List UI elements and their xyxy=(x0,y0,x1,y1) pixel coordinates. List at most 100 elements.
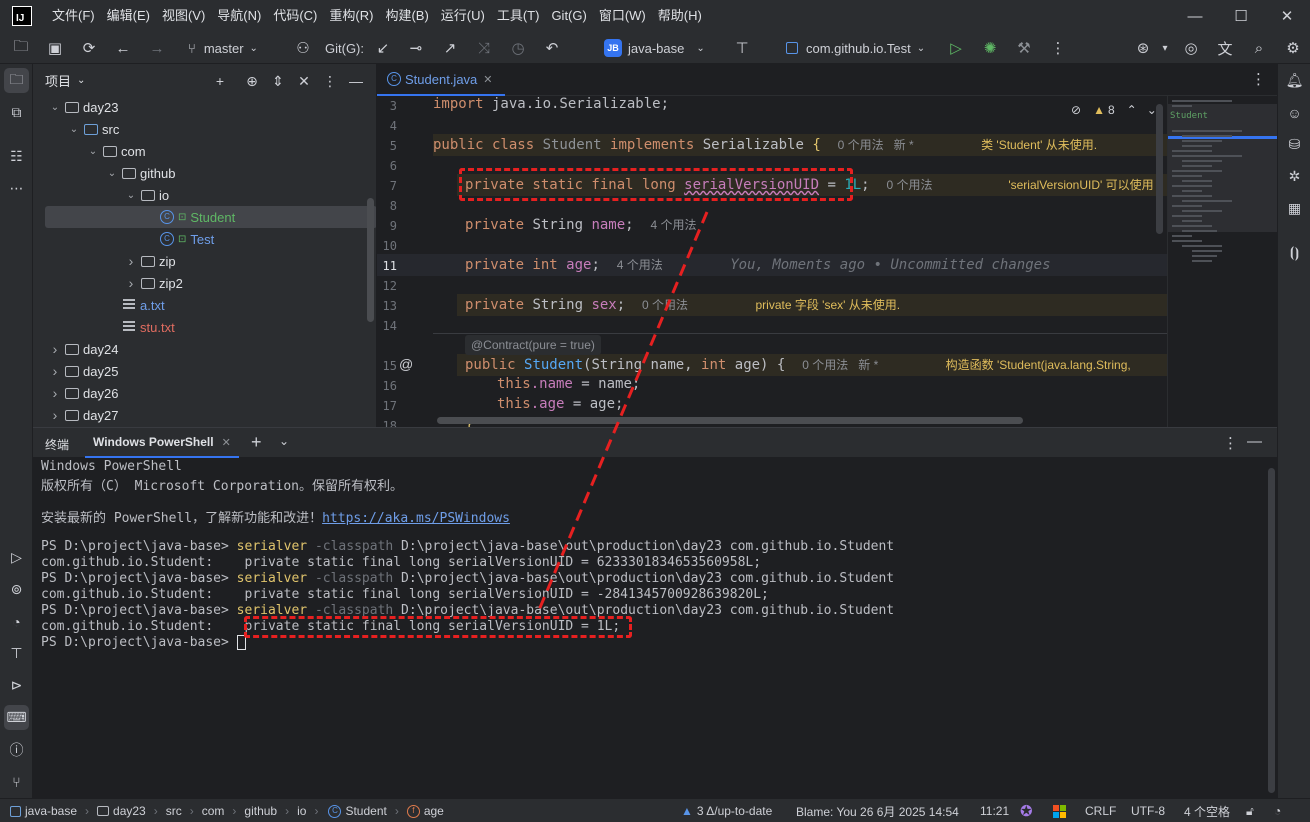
chevron-right-icon[interactable]: › xyxy=(47,363,63,379)
notifications-icon[interactable]: 🔔︎ xyxy=(1282,68,1307,93)
close-window-button[interactable]: ✕ xyxy=(1264,0,1310,32)
code-line-11[interactable]: private int age; 4 个用法 You, Moments ago … xyxy=(465,256,1051,273)
menu-file[interactable]: 文件(F) xyxy=(46,0,101,32)
new-terminal-icon[interactable]: + xyxy=(251,432,262,453)
tree-item-src[interactable]: ⌄ src xyxy=(33,118,376,140)
editor-horizontal-scrollbar[interactable] xyxy=(437,417,1023,424)
minimize-button[interactable]: — xyxy=(1172,0,1218,32)
terminal-prompt-line[interactable]: PS D:\project\java-base> xyxy=(41,635,246,650)
locate-icon[interactable]: ⊕ xyxy=(241,70,263,92)
chevron-right-icon[interactable]: › xyxy=(123,253,139,269)
chevron-down-icon[interactable]: ⌄ xyxy=(47,102,63,113)
add-icon[interactable]: + xyxy=(209,70,231,92)
tree-item-day23[interactable]: ⌄ day23 xyxy=(33,96,376,118)
tree-item-day25[interactable]: › day25 xyxy=(33,360,376,382)
structure-tool-icon[interactable]: ☷ xyxy=(4,144,29,169)
minimap[interactable]: Student xyxy=(1167,96,1277,427)
menu-navigate[interactable]: 导航(N) xyxy=(211,0,267,32)
git-push-icon[interactable]: ↗ xyxy=(437,32,463,64)
at-annotation-icon[interactable]: @ xyxy=(399,356,413,372)
plugin-icon[interactable]: ⦗⦘ xyxy=(1282,240,1307,265)
breadcrumb-item[interactable]: day23 xyxy=(113,804,146,818)
breadcrumb-item[interactable]: github xyxy=(244,804,277,818)
options-icon[interactable]: ⋮ xyxy=(319,70,341,92)
menu-build[interactable]: 构建(B) xyxy=(379,0,434,32)
debug-icon[interactable]: ✺ xyxy=(977,32,1003,64)
tree-item-day24[interactable]: › day24 xyxy=(33,338,376,360)
breadcrumb-item[interactable]: age xyxy=(424,804,444,818)
gradle-icon[interactable]: ▦ xyxy=(1282,196,1307,221)
tree-item-github[interactable]: ⌄ github xyxy=(33,162,376,184)
code-line-3[interactable]: import java.io.Serializable; xyxy=(433,96,669,112)
run-config-selector[interactable]: com.github.io.Test ⌄ xyxy=(786,32,925,64)
line-separator[interactable]: CRLF xyxy=(1085,799,1116,822)
back-icon[interactable]: ← xyxy=(110,32,136,64)
chevron-right-icon[interactable]: › xyxy=(123,275,139,291)
more-tools-icon[interactable]: ⋯ xyxy=(4,176,29,201)
menu-tools[interactable]: 工具(T) xyxy=(491,0,546,32)
ai-chat-icon[interactable]: ☺ xyxy=(1282,100,1307,125)
project-tool-icon[interactable]: 🗀 xyxy=(4,68,29,93)
breadcrumb-item[interactable]: Student xyxy=(345,804,386,818)
endpoints-tool-icon[interactable]: ⊳ xyxy=(4,673,29,698)
tree-item-zip2[interactable]: › zip2 xyxy=(33,272,376,294)
inspection-widget[interactable]: ⊘ ▲ 8 ⌃ ⌄ xyxy=(1071,100,1157,120)
editor-vertical-scrollbar[interactable] xyxy=(1156,104,1163,234)
chevron-down-icon[interactable]: ⌄ xyxy=(104,168,120,179)
breadcrumb-item[interactable]: src xyxy=(166,804,182,818)
eye-off-icon[interactable]: ⊘ xyxy=(1071,103,1081,117)
terminal-options-icon[interactable]: ⋮ xyxy=(1223,434,1238,452)
project-selector[interactable]: JB java-base ⌄ xyxy=(604,32,705,64)
breadcrumb-item[interactable]: io xyxy=(297,804,306,818)
tab-powershell[interactable]: Windows PowerShell ✕ xyxy=(85,428,239,458)
blame-info[interactable]: Blame: You 26 6月 2025 14:54 xyxy=(796,799,959,822)
indent-setting[interactable]: 4 个空格 xyxy=(1184,799,1230,822)
chevron-down-icon[interactable]: ⌄ xyxy=(77,75,85,86)
read-only-lock-icon[interactable]: 🔓︎ xyxy=(1246,799,1254,822)
hide-terminal-icon[interactable]: — xyxy=(1247,433,1262,450)
caret-position[interactable]: 11:21 xyxy=(980,799,1009,822)
git-update-icon[interactable]: ↙ xyxy=(370,32,396,64)
more-actions-icon[interactable]: ⋮ xyxy=(1045,32,1071,64)
save-icon[interactable]: ▣ xyxy=(42,32,68,64)
vcs-status[interactable]: ▲ 3 Δ/up-to-date xyxy=(681,799,772,822)
chevron-right-icon[interactable]: › xyxy=(47,407,63,423)
project-panel-title[interactable]: 项目 xyxy=(45,71,71,90)
code-line-15[interactable]: public Student(String name, int age) { 0… xyxy=(465,356,1131,373)
git-merge-icon[interactable]: ⤨ xyxy=(471,32,497,64)
expand-all-icon[interactable]: ⇕ xyxy=(267,70,289,92)
chevron-down-icon[interactable]: ▾ xyxy=(1152,32,1178,64)
powershell-link[interactable]: https://aka.ms/PSWindows xyxy=(322,511,510,526)
git-tool-icon[interactable]: ⑂ xyxy=(4,769,29,794)
project-scrollbar[interactable] xyxy=(367,198,374,322)
menu-run[interactable]: 运行(U) xyxy=(435,0,491,32)
tree-item-day27[interactable]: › day27 xyxy=(33,404,376,426)
menu-window[interactable]: 窗口(W) xyxy=(593,0,652,32)
chevron-up-icon[interactable]: ⌃ xyxy=(1127,103,1137,117)
close-tab-icon[interactable]: ✕ xyxy=(222,436,231,449)
user-icon[interactable]: ⚇ xyxy=(290,32,316,64)
tree-item-day26[interactable]: › day26 xyxy=(33,382,376,404)
tree-item-test[interactable]: C ⊡ Test xyxy=(33,228,376,250)
services-tool-icon[interactable]: ⊚ xyxy=(4,577,29,602)
maven-icon[interactable]: ✲ xyxy=(1282,164,1307,189)
sync-icon[interactable]: ⟳ xyxy=(76,32,102,64)
chevron-down-icon[interactable]: ⌄ xyxy=(85,146,101,157)
chevron-right-icon[interactable]: › xyxy=(47,341,63,357)
menu-edit[interactable]: 编辑(E) xyxy=(101,0,156,32)
windows-icon[interactable] xyxy=(1053,799,1066,822)
ai-assistant-icon[interactable]: ◎ xyxy=(1178,32,1204,64)
chevron-down-icon[interactable]: ⌄ xyxy=(66,124,82,135)
collapse-all-icon[interactable]: ✕ xyxy=(293,70,315,92)
terminal-scrollbar[interactable] xyxy=(1268,468,1275,793)
tree-item-student[interactable]: C ⊡ Student xyxy=(45,206,376,228)
memory-indicator-icon[interactable]: ◔ xyxy=(1274,799,1281,822)
git-commit-icon[interactable]: ⊸ xyxy=(403,32,429,64)
settings-gear-icon[interactable]: ⚙ xyxy=(1280,32,1306,64)
breadcrumb-item[interactable]: com xyxy=(202,804,225,818)
chevron-right-icon[interactable]: › xyxy=(47,385,63,401)
run-tool-icon[interactable]: ▷ xyxy=(4,545,29,570)
branch-selector[interactable]: ⑂ master ⌄ xyxy=(188,32,258,64)
menu-refactor[interactable]: 重构(R) xyxy=(323,0,379,32)
rollback-icon[interactable]: ↶ xyxy=(539,32,565,64)
